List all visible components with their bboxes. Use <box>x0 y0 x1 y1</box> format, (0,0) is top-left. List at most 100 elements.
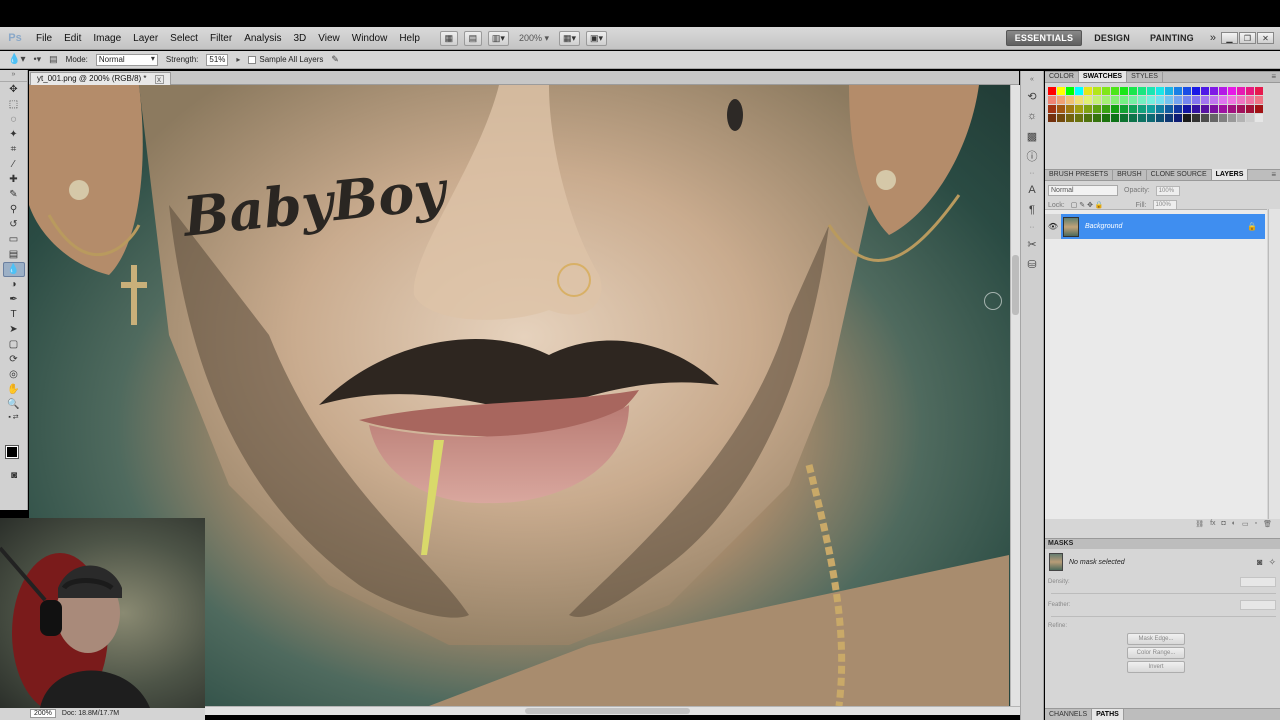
color-range-button[interactable]: Color Range... <box>1127 647 1185 659</box>
swatch-cell[interactable] <box>1147 105 1155 113</box>
launch-bridge-icon[interactable]: ▦ <box>439 30 458 46</box>
tab-styles[interactable]: STYLES <box>1127 71 1163 82</box>
swatch-cell[interactable] <box>1246 87 1254 95</box>
navigator-panel-icon[interactable]: ▩ <box>1022 127 1042 145</box>
swatch-cell[interactable] <box>1102 105 1110 113</box>
menu-help[interactable]: Help <box>393 27 426 50</box>
swatch-cell[interactable] <box>1093 114 1101 122</box>
close-document-icon[interactable]: x <box>154 74 164 84</box>
arrange-documents-icon[interactable]: ▦▾ <box>559 30 581 46</box>
tab-channels[interactable]: CHANNELS <box>1045 709 1093 720</box>
swatch-cell[interactable] <box>1120 105 1128 113</box>
tab-brush-presets[interactable]: BRUSH PRESETS <box>1045 169 1114 180</box>
horizontal-scrollbar[interactable] <box>205 706 1020 715</box>
mode-select[interactable]: Normal <box>95 53 158 66</box>
dock-collapse-icon[interactable]: « <box>1022 73 1042 85</box>
swatch-cell[interactable] <box>1165 96 1173 104</box>
swatch-cell[interactable] <box>1066 96 1074 104</box>
swatch-cell[interactable] <box>1048 96 1056 104</box>
swatch-cell[interactable] <box>1201 96 1209 104</box>
swatch-cell[interactable] <box>1138 87 1146 95</box>
tab-clone-source[interactable]: CLONE SOURCE <box>1147 169 1212 180</box>
lock-icons[interactable]: ▢ ✎ ✥ 🔒 <box>1071 201 1104 209</box>
marquee-tool-icon[interactable]: ⬚ <box>3 97 25 112</box>
swatch-cell[interactable] <box>1093 87 1101 95</box>
swatch-cell[interactable] <box>1174 114 1182 122</box>
pressure-icon[interactable]: ✎ <box>331 54 339 65</box>
swatch-cell[interactable] <box>1210 105 1218 113</box>
swatch-cell[interactable] <box>1075 87 1083 95</box>
swatch-cell[interactable] <box>1183 96 1191 104</box>
move-tool-icon[interactable]: ✥ <box>3 82 25 97</box>
zoom-tool-icon[interactable]: 🔍 <box>3 397 25 412</box>
launch-mini-bridge-icon[interactable]: ▤ <box>463 30 482 46</box>
swatch-cell[interactable] <box>1174 87 1182 95</box>
add-vector-mask-icon[interactable]: ✧ <box>1268 557 1276 568</box>
swatch-cell[interactable] <box>1066 87 1074 95</box>
swatch-cell[interactable] <box>1210 87 1218 95</box>
minimize-icon[interactable]: ▁ <box>1221 32 1238 44</box>
workspace-painting[interactable]: PAINTING <box>1142 31 1202 45</box>
swatch-cell[interactable] <box>1147 114 1155 122</box>
menu-edit[interactable]: Edit <box>58 27 87 50</box>
sample-all-layers-checkbox[interactable]: Sample All Layers <box>248 55 323 64</box>
swatch-cell[interactable] <box>1255 114 1263 122</box>
horizontal-scroll-thumb[interactable] <box>525 708 690 714</box>
delete-layer-icon[interactable]: 🗑 <box>1263 520 1272 531</box>
swatch-cell[interactable] <box>1210 114 1218 122</box>
mask-edge-button[interactable]: Mask Edge... <box>1127 633 1185 645</box>
3d-orbit-tool-icon[interactable]: ◎ <box>3 367 25 382</box>
panel-menu-icon[interactable]: ≡ <box>1271 72 1276 81</box>
swatch-cell[interactable] <box>1237 96 1245 104</box>
adjustment-layer-icon[interactable]: ◐ <box>1232 520 1236 531</box>
swatch-cell[interactable] <box>1201 87 1209 95</box>
swatch-cell[interactable] <box>1228 114 1236 122</box>
swatch-cell[interactable] <box>1129 96 1137 104</box>
swatch-cell[interactable] <box>1183 105 1191 113</box>
invert-button[interactable]: Invert <box>1127 661 1185 673</box>
swatch-cell[interactable] <box>1093 105 1101 113</box>
swatch-cell[interactable] <box>1165 114 1173 122</box>
swatch-cell[interactable] <box>1102 87 1110 95</box>
close-icon[interactable]: ✕ <box>1257 32 1274 44</box>
swatch-cell[interactable] <box>1048 114 1056 122</box>
swatch-cell[interactable] <box>1255 105 1263 113</box>
actions-panel-icon[interactable]: ⛁ <box>1022 255 1042 273</box>
swatch-cell[interactable] <box>1138 96 1146 104</box>
swatch-cell[interactable] <box>1246 96 1254 104</box>
swatch-cell[interactable] <box>1165 87 1173 95</box>
strength-slider-icon[interactable]: ▸ <box>236 55 240 64</box>
menu-analysis[interactable]: Analysis <box>238 27 287 50</box>
vertical-scrollbar[interactable] <box>1010 85 1020 706</box>
brush-panel-toggle-icon[interactable]: ▤ <box>49 54 58 65</box>
swatch-cell[interactable] <box>1111 105 1119 113</box>
swatch-cell[interactable] <box>1084 105 1092 113</box>
tab-layers[interactable]: LAYERS <box>1211 169 1249 180</box>
layers-menu-icon[interactable]: ≡ <box>1271 170 1276 179</box>
swatch-cell[interactable] <box>1147 87 1155 95</box>
swatch-cell[interactable] <box>1129 105 1137 113</box>
swatch-cell[interactable] <box>1228 105 1236 113</box>
blur-tool-preset-icon[interactable]: 💧▾ <box>8 54 25 65</box>
crop-tool-icon[interactable]: ⌗ <box>3 142 25 157</box>
swatch-cell[interactable] <box>1147 96 1155 104</box>
blend-mode-select[interactable]: Normal <box>1048 185 1118 196</box>
swatch-cell[interactable] <box>1084 114 1092 122</box>
document-tab[interactable]: yt_001.png @ 200% (RGB/8) * x <box>30 72 171 85</box>
menu-select[interactable]: Select <box>164 27 204 50</box>
swatch-cell[interactable] <box>1228 87 1236 95</box>
paragraph-panel-icon[interactable]: ¶ <box>1022 201 1042 219</box>
feather-slider[interactable] <box>1051 613 1276 617</box>
default-colors-icon[interactable]: ▪ ⇄ <box>3 412 25 422</box>
density-slider[interactable] <box>1051 590 1276 594</box>
vertical-scroll-thumb[interactable] <box>1012 255 1019 315</box>
dodge-tool-icon[interactable]: ◑ <box>3 277 25 292</box>
add-mask-icon[interactable]: ◘ <box>1222 520 1226 531</box>
swatch-cell[interactable] <box>1111 114 1119 122</box>
swatch-cell[interactable] <box>1120 96 1128 104</box>
swatch-cell[interactable] <box>1237 87 1245 95</box>
swatch-cell[interactable] <box>1120 114 1128 122</box>
swatch-cell[interactable] <box>1066 114 1074 122</box>
feather-field[interactable] <box>1240 600 1276 610</box>
swatch-cell[interactable] <box>1120 87 1128 95</box>
